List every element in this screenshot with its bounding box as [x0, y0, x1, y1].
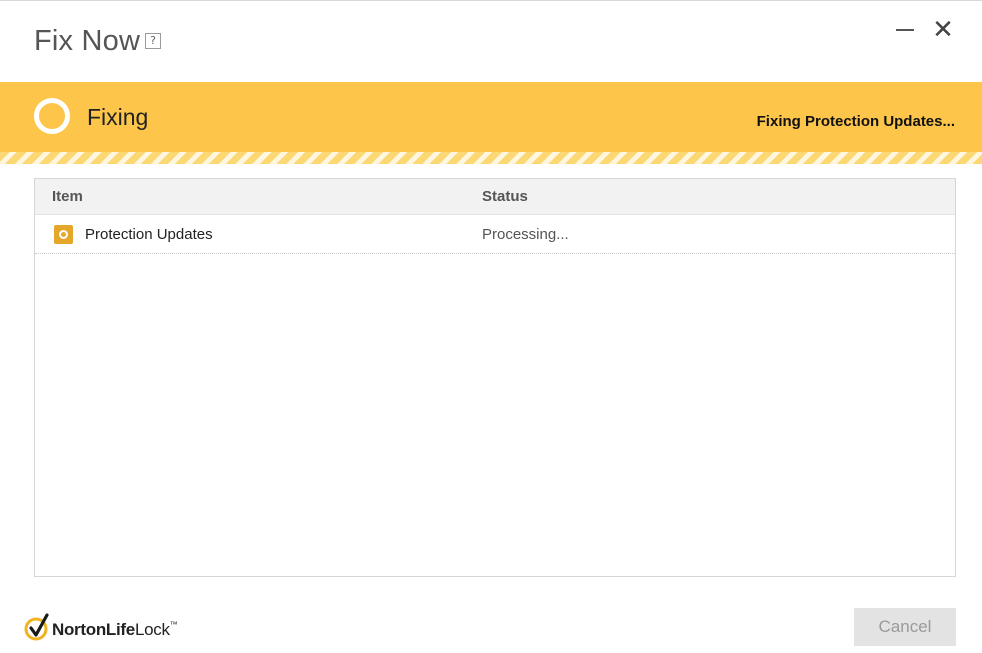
fix-now-window: Fix Now ? ✕ Fixing Fixing Protection Upd… [0, 0, 982, 653]
nortonlifelock-logo: NortonLifeLock™ [23, 611, 193, 643]
progress-ring-icon [34, 98, 70, 134]
banner-status-text: Fixing Protection Updates... [756, 113, 955, 130]
in-progress-icon [54, 225, 73, 244]
help-icon[interactable]: ? [145, 33, 161, 49]
logo-text-bold: NortonLife [52, 620, 135, 639]
page-title: Fix Now [34, 25, 141, 57]
fix-items-table: Item Status Protection Updates Processin… [34, 178, 956, 577]
cancel-button[interactable]: Cancel [854, 608, 956, 646]
minimize-icon[interactable] [894, 19, 916, 41]
status-banner: Fixing Fixing Protection Updates... [0, 82, 982, 152]
column-header-status: Status [482, 188, 528, 205]
column-header-item: Item [52, 188, 83, 205]
row-item-status: Processing... [482, 226, 569, 243]
logo-trademark: ™ [169, 620, 178, 629]
close-icon[interactable]: ✕ [932, 17, 954, 43]
row-item-name: Protection Updates [85, 226, 213, 243]
progress-stripe [0, 152, 982, 164]
checkmark-logo-icon [24, 613, 49, 641]
table-row: Protection Updates Processing... [35, 215, 955, 254]
banner-title: Fixing [87, 104, 149, 130]
logo-wordmark: NortonLifeLock™ [52, 620, 178, 640]
logo-text-regular: Lock [134, 620, 170, 639]
table-header: Item Status [35, 179, 955, 215]
